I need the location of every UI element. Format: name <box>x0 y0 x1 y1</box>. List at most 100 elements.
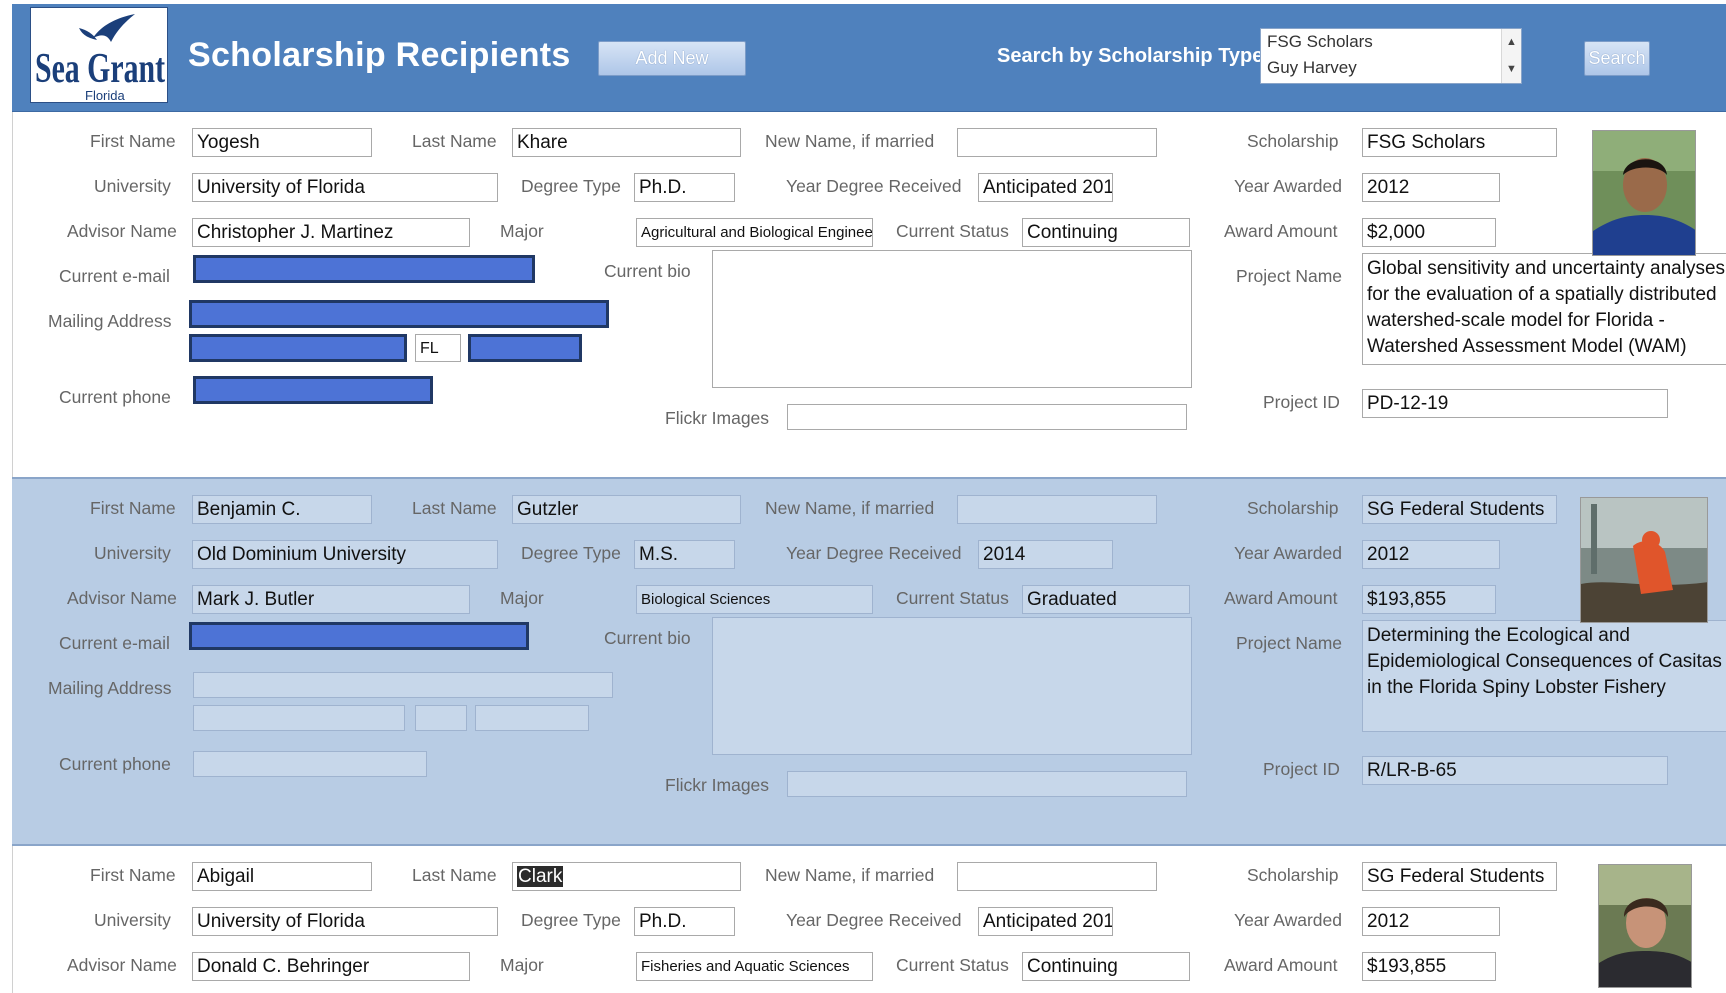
advisor-label: Advisor Name <box>67 588 177 608</box>
scroll-down-icon[interactable]: ▼ <box>1502 56 1521 83</box>
address-street-field[interactable] <box>193 672 613 698</box>
address-street-redacted[interactable] <box>189 300 609 328</box>
current-status-field[interactable]: Continuing <box>1022 952 1190 981</box>
address-state-field[interactable] <box>415 705 467 731</box>
major-label: Major <box>500 588 544 608</box>
university-label: University <box>94 543 171 563</box>
first-name-field[interactable]: Yogesh <box>192 128 372 157</box>
scroll-up-icon[interactable]: ▲ <box>1502 29 1521 56</box>
new-name-label: New Name, if married <box>765 498 935 518</box>
bio-label: Current bio <box>604 628 691 648</box>
listbox-option[interactable]: Guy Harvey <box>1261 55 1521 81</box>
award-amount-field[interactable]: $2,000 <box>1362 218 1496 247</box>
project-name-label: Project Name <box>1236 266 1343 286</box>
selected-text: Clark <box>517 866 564 887</box>
current-status-field[interactable]: Continuing <box>1022 218 1190 247</box>
project-name-field[interactable]: Global sensitivity and uncertainty analy… <box>1362 253 1726 365</box>
record-1: First Name Yogesh Last Name Khare New Na… <box>12 112 1726 477</box>
award-amount-label: Award Amount <box>1224 955 1338 975</box>
major-label: Major <box>500 955 544 975</box>
scholarship-field[interactable]: SG Federal Students <box>1362 495 1557 524</box>
advisor-field[interactable]: Christopher J. Martinez <box>192 218 470 247</box>
new-name-label: New Name, if married <box>765 865 935 885</box>
page-title: Scholarship Recipients <box>188 36 571 74</box>
university-label: University <box>94 176 171 196</box>
bio-field[interactable] <box>712 250 1192 388</box>
address-city-redacted[interactable] <box>189 334 407 362</box>
first-name-label: First Name <box>90 498 176 518</box>
new-name-label: New Name, if married <box>765 131 935 151</box>
project-id-field[interactable]: R/LR-B-65 <box>1362 756 1668 785</box>
year-degree-field[interactable]: 2014 <box>978 540 1113 569</box>
record-2: First Name Benjamin C. Last Name Gutzler… <box>12 479 1726 844</box>
advisor-field[interactable]: Mark J. Butler <box>192 585 470 614</box>
project-name-field[interactable]: Determining the Ecological and Epidemiol… <box>1362 620 1726 732</box>
major-field[interactable]: Fisheries and Aquatic Sciences <box>636 952 873 981</box>
email-field-redacted[interactable] <box>189 622 529 650</box>
listbox-scrollbar[interactable]: ▲ ▼ <box>1501 29 1521 83</box>
current-status-label: Current Status <box>896 955 1009 975</box>
address-state-field[interactable]: FL <box>415 334 461 362</box>
advisor-field[interactable]: Donald C. Behringer <box>192 952 470 981</box>
major-field[interactable]: Biological Sciences <box>636 585 873 614</box>
university-field[interactable]: University of Florida <box>192 173 498 202</box>
university-field[interactable]: Old Dominium University <box>192 540 498 569</box>
flickr-field[interactable] <box>787 771 1187 797</box>
award-amount-label: Award Amount <box>1224 221 1338 241</box>
address-zip-field[interactable] <box>475 705 589 731</box>
last-name-field[interactable]: Gutzler <box>512 495 741 524</box>
current-status-label: Current Status <box>896 221 1009 241</box>
scholarship-type-listbox[interactable]: FSG Scholars Guy Harvey ▲ ▼ <box>1260 28 1522 84</box>
year-degree-field[interactable]: Anticipated 2015 <box>978 173 1113 202</box>
address-city-field[interactable] <box>193 705 405 731</box>
year-degree-label: Year Degree Received <box>786 176 962 196</box>
phone-field-redacted[interactable] <box>193 376 433 404</box>
year-awarded-field[interactable]: 2012 <box>1362 540 1500 569</box>
first-name-field[interactable]: Abigail <box>192 862 372 891</box>
new-name-field[interactable] <box>957 495 1157 524</box>
address-zip-redacted[interactable] <box>468 334 582 362</box>
recipient-photo <box>1592 130 1696 256</box>
degree-type-field[interactable]: Ph.D. <box>634 173 735 202</box>
degree-type-field[interactable]: M.S. <box>634 540 735 569</box>
degree-type-field[interactable]: Ph.D. <box>634 907 735 936</box>
email-label: Current e-mail <box>59 633 170 653</box>
bio-field[interactable] <box>712 617 1192 755</box>
first-name-label: First Name <box>90 131 176 151</box>
current-status-field[interactable]: Graduated <box>1022 585 1190 614</box>
project-id-field[interactable]: PD-12-19 <box>1362 389 1668 418</box>
search-button[interactable]: Search <box>1584 41 1650 76</box>
year-degree-field[interactable]: Anticipated 2015 <box>978 907 1113 936</box>
year-awarded-label: Year Awarded <box>1234 543 1343 563</box>
award-amount-field[interactable]: $193,855 <box>1362 585 1496 614</box>
email-field-redacted[interactable] <box>193 255 535 283</box>
major-field[interactable]: Agricultural and Biological Engineering <box>636 218 873 247</box>
phone-field[interactable] <box>193 751 427 777</box>
new-name-field[interactable] <box>957 128 1157 157</box>
sea-grant-logo: Sea Grant Florida <box>30 7 168 103</box>
award-amount-field[interactable]: $193,855 <box>1362 952 1496 981</box>
last-name-field[interactable]: Khare <box>512 128 741 157</box>
logo-text: Sea Grant <box>35 46 165 92</box>
year-degree-label: Year Degree Received <box>786 910 962 930</box>
university-field[interactable]: University of Florida <box>192 907 498 936</box>
last-name-field[interactable]: Clark <box>512 862 741 891</box>
scholarship-field[interactable]: FSG Scholars <box>1362 128 1557 157</box>
flickr-field[interactable] <box>787 404 1187 430</box>
year-awarded-field[interactable]: 2012 <box>1362 173 1500 202</box>
degree-type-label: Degree Type <box>521 910 621 930</box>
last-name-label: Last Name <box>412 865 497 885</box>
degree-type-label: Degree Type <box>521 176 621 196</box>
add-new-label: Add New <box>635 48 709 68</box>
project-id-label: Project ID <box>1263 759 1340 779</box>
add-new-button[interactable]: Add New <box>598 41 746 76</box>
bio-label: Current bio <box>604 261 691 281</box>
new-name-field[interactable] <box>957 862 1157 891</box>
year-awarded-field[interactable]: 2012 <box>1362 907 1500 936</box>
project-id-label: Project ID <box>1263 392 1340 412</box>
advisor-label: Advisor Name <box>67 955 177 975</box>
first-name-field[interactable]: Benjamin C. <box>192 495 372 524</box>
scholarship-field[interactable]: SG Federal Students <box>1362 862 1557 891</box>
award-amount-label: Award Amount <box>1224 588 1338 608</box>
listbox-option[interactable]: FSG Scholars <box>1261 29 1521 55</box>
